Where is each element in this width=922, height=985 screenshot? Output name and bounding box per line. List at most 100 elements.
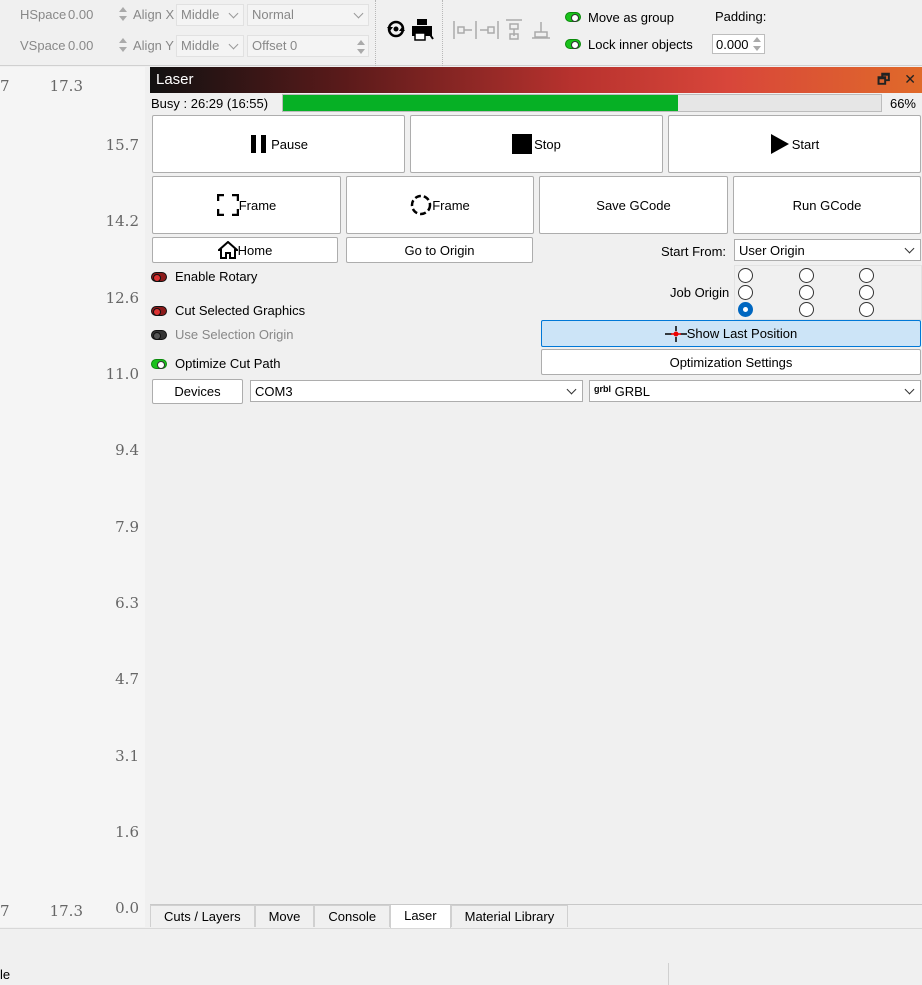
use-selection-origin-toggle[interactable]: [151, 329, 167, 340]
save-gcode-button[interactable]: Save GCode: [539, 176, 728, 234]
job-progress-bar: [282, 94, 882, 112]
ruler-tick: 9.4: [115, 441, 139, 459]
rotate-icon[interactable]: [385, 18, 407, 43]
status-bar: le: [0, 928, 922, 985]
laser-panel: Laser 🗗 ✕ Busy : 26:29 (16:55) 66% Pause…: [148, 67, 922, 927]
show-last-position-button[interactable]: Show Last Position: [541, 320, 921, 347]
tab-material-library[interactable]: Material Library: [450, 905, 569, 927]
cut-selected-graphics-option[interactable]: Cut Selected Graphics: [151, 303, 305, 318]
toolbar-divider: [375, 0, 376, 66]
job-origin-grid: [734, 265, 922, 320]
hspace-value[interactable]: 0.00: [68, 7, 93, 22]
ruler-top-label: 17.3: [49, 77, 83, 95]
play-icon: [770, 134, 789, 154]
job-origin-bottom-center[interactable]: [799, 302, 814, 317]
job-origin-center[interactable]: [799, 285, 814, 300]
job-origin-top-center[interactable]: [799, 268, 814, 283]
home-icon: [217, 241, 238, 259]
ruler-tick: 11.0: [105, 365, 139, 383]
offset-spinner[interactable]: [356, 37, 366, 57]
frame-rect-icon: [216, 194, 239, 216]
ruler-tick: 6.3: [115, 594, 139, 612]
status-text: le: [0, 967, 11, 982]
pause-button[interactable]: Pause: [152, 115, 405, 173]
ruler-tick: 14.2: [105, 212, 139, 230]
stop-button[interactable]: Stop: [410, 115, 663, 173]
ruler-edge-label: 7: [0, 77, 10, 95]
use-selection-origin-option[interactable]: Use Selection Origin: [151, 327, 294, 342]
optimize-cut-path-option[interactable]: Optimize Cut Path: [151, 356, 281, 371]
lock-inner-objects-label: Lock inner objects: [588, 37, 693, 52]
tab-console[interactable]: Console: [314, 905, 391, 927]
ruler-tick: 3.1: [115, 747, 139, 765]
job-origin-middle-left[interactable]: [738, 285, 753, 300]
enable-rotary-option[interactable]: Enable Rotary: [151, 269, 257, 284]
ruler-tick: 7.9: [115, 518, 139, 536]
offset-field[interactable]: Offset 0: [247, 35, 369, 57]
grbl-logo-icon: grbl: [594, 384, 611, 394]
close-icon[interactable]: ✕: [904, 72, 916, 86]
cut-selected-graphics-toggle[interactable]: [151, 305, 167, 316]
job-origin-bottom-right[interactable]: [859, 302, 874, 317]
job-origin-middle-right[interactable]: [859, 285, 874, 300]
vspace-spinner[interactable]: [118, 35, 128, 55]
chevron-down-icon: [353, 8, 364, 19]
tab-cuts-layers[interactable]: Cuts / Layers: [150, 905, 255, 927]
port-select[interactable]: COM3: [250, 380, 583, 402]
align-y-label: Align Y: [133, 38, 174, 53]
tab-move[interactable]: Move: [254, 905, 315, 927]
printer-icon[interactable]: [409, 17, 435, 44]
mode-select[interactable]: Normal: [247, 4, 369, 26]
job-origin-label: Job Origin: [670, 285, 730, 300]
ruler-tick: 15.7: [105, 136, 139, 154]
ruler-tick: 1.6: [115, 823, 139, 841]
padding-spinner[interactable]: [752, 34, 762, 54]
status-divider: [668, 963, 669, 985]
ruler-edge-label: 7: [0, 902, 10, 920]
ruler-tick: 0.0: [115, 899, 139, 917]
optimization-settings-button[interactable]: Optimization Settings: [541, 349, 921, 375]
frame-circle-button[interactable]: Frame: [346, 176, 534, 234]
enable-rotary-toggle[interactable]: [151, 271, 167, 282]
frame-circle-icon: [410, 194, 432, 216]
padding-label: Padding:: [715, 9, 767, 24]
distribute-horizontal-icon[interactable]: [452, 19, 500, 44]
busy-status: Busy : 26:29 (16:55): [151, 96, 269, 111]
stop-icon: [512, 134, 533, 154]
restore-icon[interactable]: 🗗: [877, 72, 890, 86]
start-button[interactable]: Start: [668, 115, 921, 173]
frame-rect-button[interactable]: Frame: [152, 176, 341, 234]
run-gcode-button[interactable]: Run GCode: [733, 176, 921, 234]
move-as-group-label: Move as group: [588, 10, 674, 25]
vspace-value[interactable]: 0.00: [68, 38, 93, 53]
optimize-cut-path-toggle[interactable]: [151, 358, 167, 369]
toolbar-divider: [442, 0, 443, 66]
hspace-spinner[interactable]: [118, 4, 128, 24]
start-from-select[interactable]: User Origin: [734, 239, 921, 261]
lock-inner-objects-toggle[interactable]: [565, 39, 581, 49]
job-origin-top-right[interactable]: [859, 268, 874, 283]
align-y-select[interactable]: Middle: [176, 35, 244, 57]
go-to-origin-button[interactable]: Go to Origin: [346, 237, 533, 263]
distribute-vertical-icon[interactable]: [504, 18, 552, 45]
chevron-down-icon: [566, 384, 577, 395]
ruler-tick: 12.6: [105, 289, 139, 307]
ruler-bottom-label: 17.3: [49, 902, 83, 920]
start-from-label: Start From:: [661, 244, 727, 259]
crosshair-icon: [664, 325, 687, 342]
job-origin-top-left[interactable]: [738, 268, 753, 283]
progress-fill: [283, 95, 678, 111]
move-as-group-toggle[interactable]: [565, 12, 581, 22]
tab-laser[interactable]: Laser: [390, 904, 451, 928]
laser-panel-titlebar[interactable]: Laser 🗗 ✕: [150, 67, 922, 93]
device-select[interactable]: grbl GRBL: [589, 380, 921, 402]
job-origin-bottom-left[interactable]: [738, 302, 753, 317]
home-button[interactable]: Home: [152, 237, 338, 263]
devices-button[interactable]: Devices: [152, 379, 243, 404]
panel-tabs: Cuts / Layers Move Console Laser Materia…: [150, 904, 569, 928]
progress-percent: 66%: [889, 96, 916, 111]
align-x-select[interactable]: Middle: [176, 4, 244, 26]
chevron-down-icon: [228, 8, 239, 19]
top-toolbar: HSpace 0.00 VSpace 0.00 Align X Middle A…: [0, 0, 922, 66]
chevron-down-icon: [904, 243, 915, 254]
